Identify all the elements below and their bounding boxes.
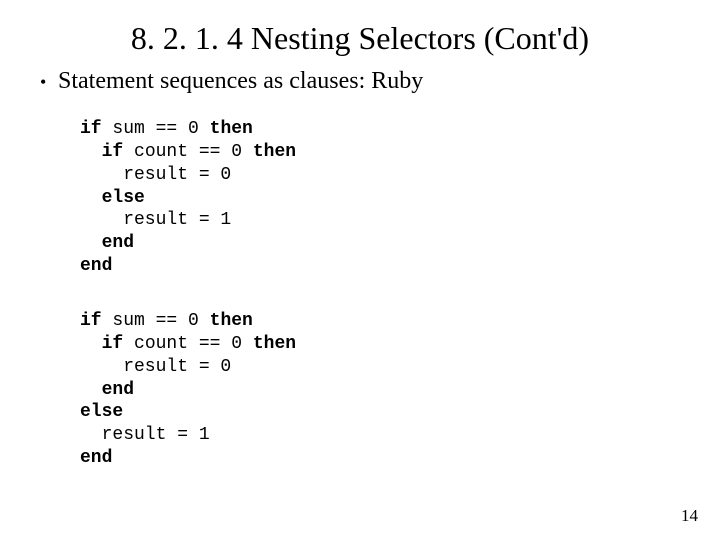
kw-then: then [253,334,296,354]
code-text: sum == 0 [102,119,210,139]
kw-end: end [80,256,112,276]
slide-title: 8. 2. 1. 4 Nesting Selectors (Cont'd) [0,20,720,57]
kw-end: end [80,448,112,468]
kw-end: end [80,233,134,253]
bullet-text: Statement sequences as clauses: Ruby [58,68,423,94]
kw-then: then [253,142,296,162]
code-text: sum == 0 [102,311,210,331]
kw-if: if [80,119,102,139]
kw-then: then [210,311,253,331]
code-text: result = 1 [80,210,231,230]
bullet-dot-icon: • [40,73,58,91]
kw-if: if [80,334,123,354]
code-text: result = 0 [80,165,231,185]
slide: 8. 2. 1. 4 Nesting Selectors (Cont'd) •S… [0,0,720,540]
kw-if: if [80,311,102,331]
page-number: 14 [681,506,698,526]
code-text: result = 1 [80,425,210,445]
kw-then: then [210,119,253,139]
code-block-1: if sum == 0 then if count == 0 then resu… [80,118,296,278]
kw-else: else [80,402,123,422]
kw-else: else [80,188,145,208]
kw-end: end [80,380,134,400]
code-text: count == 0 [123,334,253,354]
kw-if: if [80,142,123,162]
bullet-item: •Statement sequences as clauses: Ruby [40,68,423,95]
code-block-2: if sum == 0 then if count == 0 then resu… [80,310,296,470]
code-text: result = 0 [80,357,231,377]
code-text: count == 0 [123,142,253,162]
